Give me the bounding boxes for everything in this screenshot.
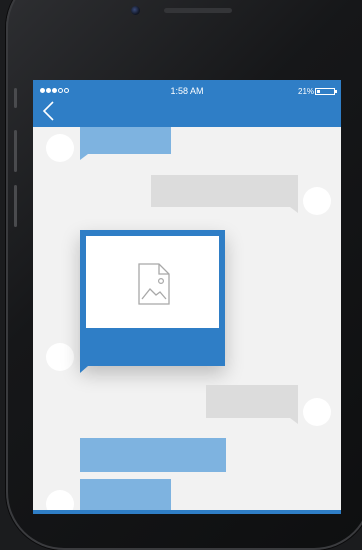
phone-screen: 1:58 AM 21% [33, 80, 341, 514]
contact-avatar [46, 134, 74, 162]
earpiece-speaker [164, 8, 232, 13]
outgoing-message-bubble[interactable] [206, 385, 298, 418]
battery-tip [335, 90, 337, 93]
image-file-icon [138, 263, 170, 305]
user-avatar [303, 398, 331, 426]
outgoing-bubble-tail [290, 207, 298, 213]
user-avatar [303, 187, 331, 215]
battery-percent: 21% [298, 87, 315, 96]
incoming-message-bubble[interactable] [80, 479, 171, 510]
incoming-bubble-tail [80, 154, 88, 160]
image-message-tail [80, 366, 88, 373]
volume-up-button [14, 130, 17, 172]
bottom-accent-bar [33, 510, 341, 514]
image-attachment-message[interactable] [80, 230, 225, 366]
volume-down-button [14, 185, 17, 227]
back-button[interactable] [40, 100, 58, 122]
front-camera [131, 6, 140, 15]
outgoing-message-bubble[interactable] [151, 175, 298, 207]
battery-level-fill [317, 90, 320, 93]
incoming-message-bubble[interactable] [80, 438, 226, 472]
chevron-left-icon [42, 101, 54, 121]
contact-avatar [46, 343, 74, 371]
header-bar: 1:58 AM 21% [33, 80, 341, 127]
mute-switch [14, 88, 17, 108]
image-thumbnail[interactable] [86, 236, 219, 328]
outgoing-bubble-tail [290, 418, 298, 424]
battery-icon [315, 88, 335, 95]
incoming-message-bubble[interactable] [80, 127, 171, 154]
status-time: 1:58 AM [170, 86, 204, 96]
